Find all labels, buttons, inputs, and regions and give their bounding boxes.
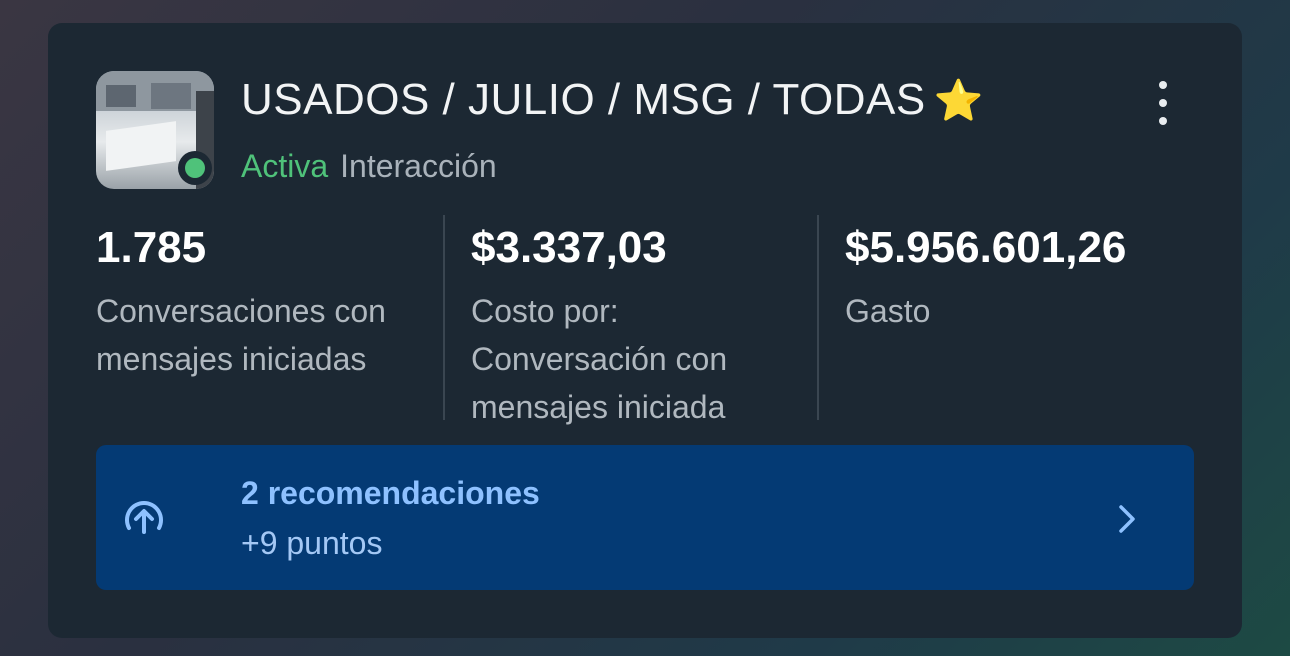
more-options-button[interactable]: [1151, 81, 1175, 125]
recommendations-banner[interactable]: 2 recomendaciones +9 puntos: [96, 445, 1194, 590]
objective-label: Interacción: [340, 148, 497, 184]
divider: [817, 215, 819, 420]
campaign-title[interactable]: USADOS / JULIO / MSG / TODAS ⭐: [241, 75, 984, 125]
status-label: Activa: [241, 148, 329, 184]
campaign-card[interactable]: USADOS / JULIO / MSG / TODAS ⭐ Activa Inte…: [48, 23, 1242, 638]
campaign-title-text: USADOS / JULIO / MSG / TODAS: [241, 75, 926, 124]
metric-value: 1.785: [96, 223, 207, 272]
recommendations-title: 2 recomendaciones: [241, 475, 540, 511]
more-vertical-icon: [1159, 81, 1167, 89]
status-dot-icon: [178, 151, 212, 185]
star-icon: ⭐: [933, 79, 985, 123]
divider: [443, 215, 445, 420]
recommendations-points: +9 puntos: [241, 525, 383, 561]
metric-results[interactable]: 1.785 Conversaciones con mensajes inicia…: [96, 223, 436, 383]
metric-value: $5.956.601,26: [845, 223, 1127, 272]
chevron-right-icon: [1119, 505, 1135, 533]
arrow-up-circle-icon: [125, 501, 163, 534]
metric-value: $3.337,03: [471, 223, 667, 272]
metric-label: Gasto: [845, 293, 931, 329]
metric-label: Conversaciones con mensajes iniciadas: [96, 293, 386, 377]
campaign-subline: Activa Interacción: [241, 148, 497, 185]
metric-label: Costo por: Conversación con mensajes ini…: [471, 293, 728, 425]
metric-spend[interactable]: $5.956.601,26 Gasto: [845, 223, 1225, 335]
metric-cost-per-result[interactable]: $3.337,03 Costo por: Conversación con me…: [471, 223, 791, 431]
